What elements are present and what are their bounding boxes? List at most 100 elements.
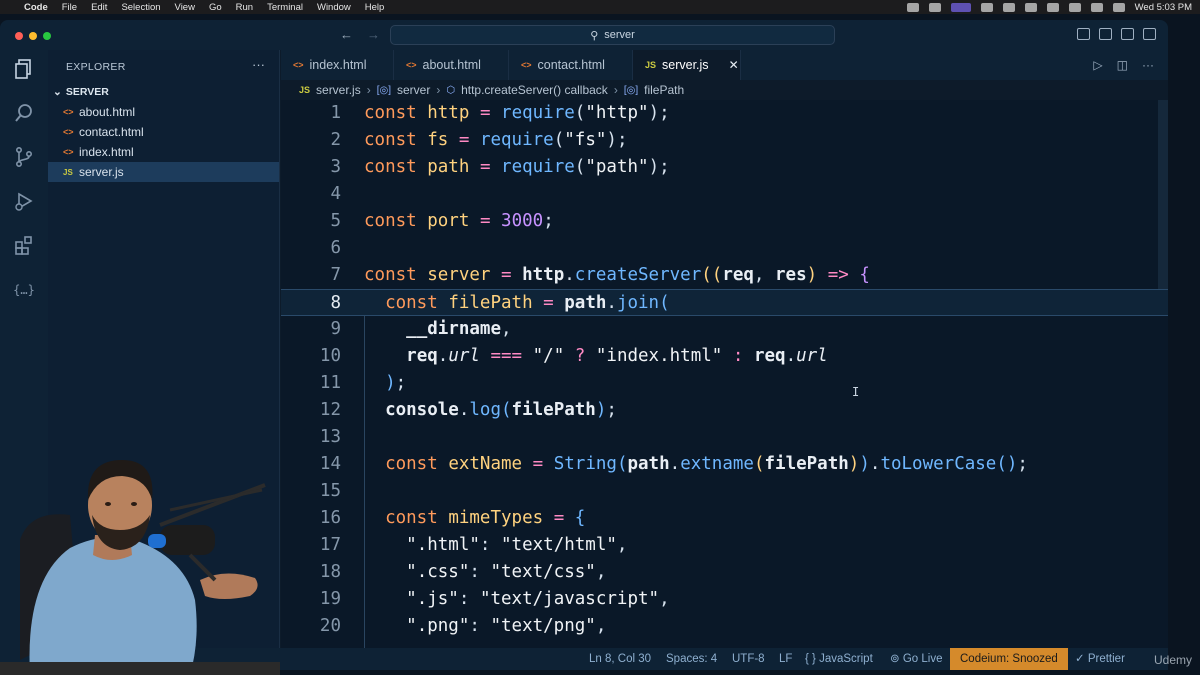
- code-text: ".html": "text/html",: [406, 535, 628, 555]
- tab-label: server.js: [662, 58, 709, 72]
- file-server-js[interactable]: JS server.js: [48, 162, 279, 182]
- tab-server-js[interactable]: JS server.js ✕: [633, 50, 741, 80]
- menu-go[interactable]: Go: [209, 2, 222, 13]
- code-text: ".js": "text/javascript",: [406, 589, 670, 609]
- variable-icon: [◎]: [376, 84, 391, 96]
- status-eol[interactable]: LF: [779, 648, 792, 670]
- code-line: 12 console.log(filePath);: [281, 397, 1168, 424]
- status-language[interactable]: { } JavaScript: [805, 648, 873, 670]
- zoom-window-button[interactable]: [43, 32, 51, 40]
- breadcrumb-server[interactable]: server: [397, 83, 430, 97]
- text-cursor-icon: I: [852, 385, 860, 399]
- status-indentation[interactable]: Spaces: 4: [666, 648, 717, 670]
- file-label: index.html: [79, 145, 134, 159]
- line-number: 7: [330, 265, 341, 285]
- status-encoding[interactable]: UTF-8: [732, 648, 765, 670]
- status-go-live[interactable]: ⊚ Go Live: [890, 648, 942, 670]
- bluetooth-icon[interactable]: [1046, 2, 1059, 12]
- code-text: );: [385, 373, 407, 393]
- menu-clock[interactable]: Wed 5:03 PM: [1135, 2, 1192, 13]
- file-contact-html[interactable]: <> contact.html: [48, 122, 279, 142]
- forward-arrow-icon[interactable]: →: [367, 27, 380, 42]
- customize-layout-icon[interactable]: [1143, 28, 1156, 40]
- menu-run[interactable]: Run: [236, 2, 253, 13]
- code-line: 17 ".html": "text/html",: [281, 532, 1168, 559]
- breadcrumb-callback[interactable]: http.createServer() callback: [461, 83, 608, 97]
- code-text: const server = http.createServer((req, r…: [364, 265, 870, 285]
- close-tab-icon[interactable]: ✕: [729, 58, 739, 72]
- prettier-label: Prettier: [1087, 653, 1125, 665]
- menu-edit[interactable]: Edit: [91, 2, 107, 13]
- menu-app-name[interactable]: Code: [24, 2, 48, 13]
- siri-icon[interactable]: [1112, 2, 1125, 12]
- toggle-primary-sidebar-icon[interactable]: [1077, 28, 1090, 40]
- breadcrumb-filepath[interactable]: filePath: [644, 83, 684, 97]
- tab-label: index.html: [309, 58, 367, 72]
- code-text: const http = require("http");: [364, 103, 670, 123]
- tab-about-html[interactable]: <> about.html: [394, 50, 509, 80]
- code-line: 18 ".css": "text/css",: [281, 559, 1168, 586]
- line-number: 18: [319, 562, 341, 582]
- file-index-html[interactable]: <> index.html: [48, 142, 279, 162]
- screen-recorder-icon[interactable]: [950, 2, 971, 12]
- menu-window[interactable]: Window: [317, 2, 351, 13]
- minimize-window-button[interactable]: [29, 32, 37, 40]
- code-line: 3 const path = require("path");: [281, 154, 1168, 181]
- wifi-icon[interactable]: [1068, 2, 1081, 12]
- breadcrumb-file[interactable]: server.js: [316, 83, 361, 97]
- menu-file[interactable]: File: [62, 2, 77, 13]
- display-icon[interactable]: [1024, 2, 1037, 12]
- line-number: 2: [330, 130, 341, 150]
- line-number: 4: [330, 184, 341, 204]
- back-arrow-icon[interactable]: ←: [340, 27, 353, 42]
- creative-cloud-icon[interactable]: [906, 2, 919, 12]
- menu-selection[interactable]: Selection: [121, 2, 160, 13]
- code-text: const filePath = path.join(: [385, 293, 670, 313]
- more-actions-icon[interactable]: ···: [252, 57, 265, 72]
- explorer-icon[interactable]: [12, 58, 36, 82]
- toggle-panel-icon[interactable]: [1099, 28, 1112, 40]
- tab-label: contact.html: [537, 58, 605, 72]
- status-cursor-position[interactable]: Ln 8, Col 30: [589, 648, 651, 670]
- editor-tab-bar: <> index.html <> about.html <> contact.h…: [281, 50, 1168, 80]
- extensions-icon[interactable]: [12, 234, 36, 258]
- battery-icon[interactable]: [1002, 2, 1015, 12]
- timer-icon[interactable]: [980, 2, 993, 12]
- command-center-search[interactable]: ⚲ server: [390, 25, 835, 45]
- menu-help[interactable]: Help: [365, 2, 385, 13]
- code-line: 9 __dirname,: [281, 316, 1168, 343]
- code-line: 1 const http = require("http");: [281, 100, 1168, 127]
- tab-index-html[interactable]: <> index.html: [281, 50, 394, 80]
- status-codeium[interactable]: Codeium: Snoozed: [950, 648, 1068, 670]
- line-number: 6: [330, 238, 341, 258]
- status-prettier[interactable]: ✓ Prettier: [1075, 648, 1125, 670]
- tab-contact-html[interactable]: <> contact.html: [509, 50, 633, 80]
- close-window-button[interactable]: [15, 32, 23, 40]
- code-text: req.url === "/" ? "index.html" : req.url: [406, 346, 828, 366]
- json-braces-icon[interactable]: {…}: [12, 278, 36, 302]
- code-line: 19 ".js": "text/javascript",: [281, 586, 1168, 613]
- more-actions-icon[interactable]: ···: [1142, 58, 1154, 72]
- run-debug-icon[interactable]: [12, 190, 36, 214]
- folder-server[interactable]: ⌄ SERVER: [48, 84, 279, 100]
- split-editor-icon[interactable]: ◫: [1117, 58, 1128, 72]
- code-line: 10 req.url === "/" ? "index.html" : req.…: [281, 343, 1168, 370]
- code-text: const path = require("path");: [364, 157, 670, 177]
- code-line: 14 const extName = String(path.extname(f…: [281, 451, 1168, 478]
- code-editor[interactable]: 1 const http = require("http"); 2 const fs…: [281, 100, 1168, 660]
- run-icon[interactable]: ▷: [1093, 58, 1102, 72]
- menu-view[interactable]: View: [175, 2, 195, 13]
- menu-terminal[interactable]: Terminal: [267, 2, 303, 13]
- menu-status-area: Wed 5:03 PM: [906, 0, 1192, 14]
- source-control-icon[interactable]: [12, 146, 36, 170]
- control-center-icon[interactable]: [1090, 2, 1103, 12]
- js-file-icon: JS: [63, 167, 73, 177]
- html-file-icon: <>: [63, 127, 74, 137]
- file-about-html[interactable]: <> about.html: [48, 102, 279, 122]
- search-icon[interactable]: [12, 102, 36, 126]
- play-icon[interactable]: [928, 2, 941, 12]
- toggle-secondary-sidebar-icon[interactable]: [1121, 28, 1134, 40]
- webcam-overlay: [0, 430, 280, 675]
- broadcast-icon: ⊚: [890, 653, 900, 665]
- screen: Code File Edit Selection View Go Run Ter…: [0, 0, 1200, 675]
